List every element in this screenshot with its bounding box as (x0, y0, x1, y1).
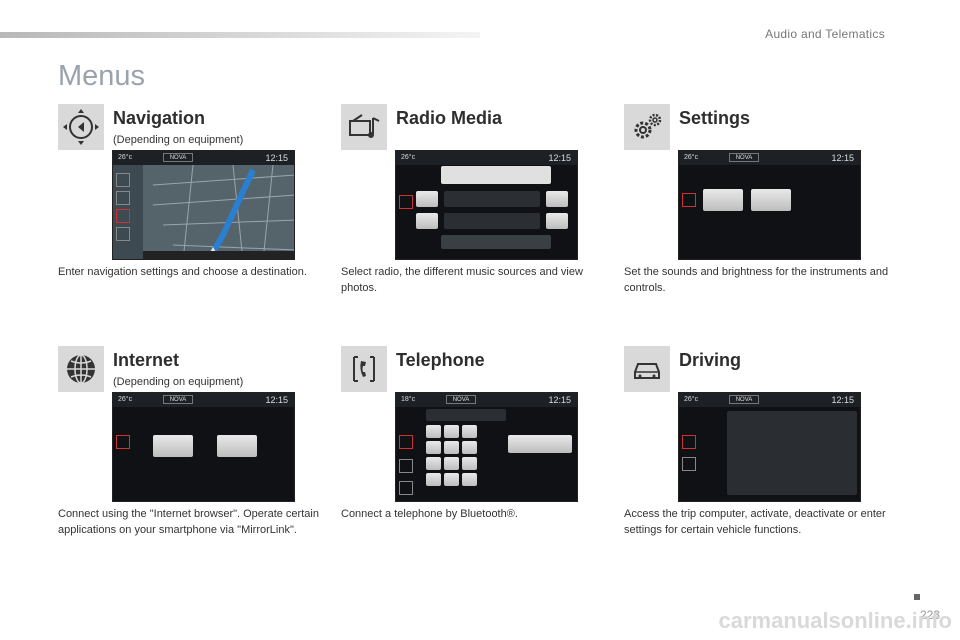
internet-block: Internet (Depending on equipment) 26°c N… (58, 346, 328, 566)
station-badge: NOVA (163, 395, 193, 404)
radio-media-title: Radio Media (396, 108, 503, 128)
key-3[interactable] (462, 425, 477, 438)
key-0[interactable] (444, 473, 459, 486)
trip-computer-panel (727, 411, 857, 495)
station-info-tile (441, 166, 551, 184)
navigation-title: Navigation (113, 108, 206, 128)
key-5[interactable] (444, 441, 459, 454)
key-7[interactable] (426, 457, 441, 470)
dial-number-display (426, 409, 506, 421)
screen-status-bar: 18°c NOVA 12:15 (396, 393, 577, 407)
screen-status-bar: 26°c NOVA 12:15 (113, 393, 294, 407)
settings-screen[interactable]: 26°c NOVA 12:15 (678, 150, 861, 260)
channel-bar (444, 191, 540, 207)
key-6[interactable] (462, 441, 477, 454)
internet-browser-tile[interactable] (153, 435, 193, 457)
footer-marker (914, 594, 920, 600)
temperature-readout: 26°c (118, 396, 133, 403)
page-heading: Menus (58, 60, 146, 92)
internet-note: (Depending on equipment) (113, 376, 244, 388)
screen-status-bar: 26°c NOVA 12:15 (113, 151, 294, 165)
temperature-readout: 26°c (118, 154, 133, 161)
driving-screen[interactable]: 26°c NOVA 12:15 (678, 392, 861, 502)
next-button[interactable] (546, 191, 568, 207)
audio-settings-tile[interactable] (703, 189, 743, 211)
settings-title: Settings (679, 108, 751, 128)
telephone-icon (341, 346, 387, 392)
temperature-readout: 26°c (684, 154, 699, 161)
navigation-description: Enter navigation settings and choose a d… (58, 266, 307, 278)
search-devices-tile[interactable] (508, 435, 572, 453)
frequency-bar (444, 213, 540, 229)
key-9[interactable] (462, 457, 477, 470)
temperature-readout: 26°c (684, 396, 699, 403)
navigation-dpad-icon (58, 104, 104, 150)
station-badge: NOVA (446, 395, 476, 404)
internet-screen[interactable]: 26°c NOVA 12:15 (112, 392, 295, 502)
clock-readout: 12:15 (831, 153, 854, 163)
radio-media-screen[interactable]: 26°c 12:15 (395, 150, 578, 260)
internet-globe-icon (58, 346, 104, 392)
navigation-note: (Depending on equipment) (113, 134, 244, 146)
telephone-description: Connect a telephone by Bluetooth®. (341, 508, 518, 520)
clock-readout: 12:15 (265, 153, 288, 163)
key-hash[interactable] (462, 473, 477, 486)
clock-readout: 12:15 (265, 395, 288, 405)
radio-media-block: Radio Media 26°c 12:15 Select radio, the… (341, 104, 611, 304)
clock-readout: 12:15 (548, 153, 571, 163)
telephone-screen[interactable]: 18°c NOVA 12:15 (395, 392, 578, 502)
key-star[interactable] (426, 473, 441, 486)
settings-block: Settings 26°c NOVA 12:15 Set the sounds … (624, 104, 894, 304)
radio-media-icon (341, 104, 387, 150)
header-gradient-bar (0, 32, 480, 38)
screen-status-bar: 26°c 12:15 (396, 151, 577, 165)
memory-bar (441, 235, 551, 249)
forward-button[interactable] (546, 213, 568, 229)
clock-readout: 12:15 (548, 395, 571, 405)
telephone-block: Telephone 18°c NOVA 12:15 Connect a tele… (341, 346, 611, 566)
temperature-readout: 26°c (401, 154, 416, 161)
brightness-tile[interactable] (751, 189, 791, 211)
mirrorlink-tile[interactable] (217, 435, 257, 457)
internet-title: Internet (113, 350, 180, 370)
screen-status-bar: 26°c NOVA 12:15 (679, 151, 860, 165)
map-view (113, 165, 294, 259)
telephone-title: Telephone (396, 350, 485, 370)
key-4[interactable] (426, 441, 441, 454)
navigation-screen[interactable]: 26°c NOVA 12:15 (112, 150, 295, 260)
watermark: carmanualsonline.info (718, 608, 953, 633)
settings-description: Set the sounds and brightness for the in… (624, 266, 889, 294)
settings-gears-icon (624, 104, 670, 150)
key-2[interactable] (444, 425, 459, 438)
rewind-button[interactable] (416, 213, 438, 229)
navigation-block: Navigation (Depending on equipment) 26°c… (58, 104, 328, 304)
radio-media-description: Select radio, the different music source… (341, 266, 583, 294)
driving-block: Driving 26°c NOVA 12:15 Access the trip … (624, 346, 894, 566)
station-badge: NOVA (729, 395, 759, 404)
driving-title: Driving (679, 350, 742, 370)
prev-button[interactable] (416, 191, 438, 207)
internet-description: Connect using the "Internet browser". Op… (58, 508, 319, 536)
key-8[interactable] (444, 457, 459, 470)
driving-description: Access the trip computer, activate, deac… (624, 508, 886, 536)
key-1[interactable] (426, 425, 441, 438)
station-badge: NOVA (729, 153, 759, 162)
car-icon (624, 346, 670, 392)
clock-readout: 12:15 (831, 395, 854, 405)
temperature-readout: 18°c (401, 396, 416, 403)
screen-status-bar: 26°c NOVA 12:15 (679, 393, 860, 407)
section-title: Audio and Telematics (765, 27, 885, 41)
station-badge: NOVA (163, 153, 193, 162)
